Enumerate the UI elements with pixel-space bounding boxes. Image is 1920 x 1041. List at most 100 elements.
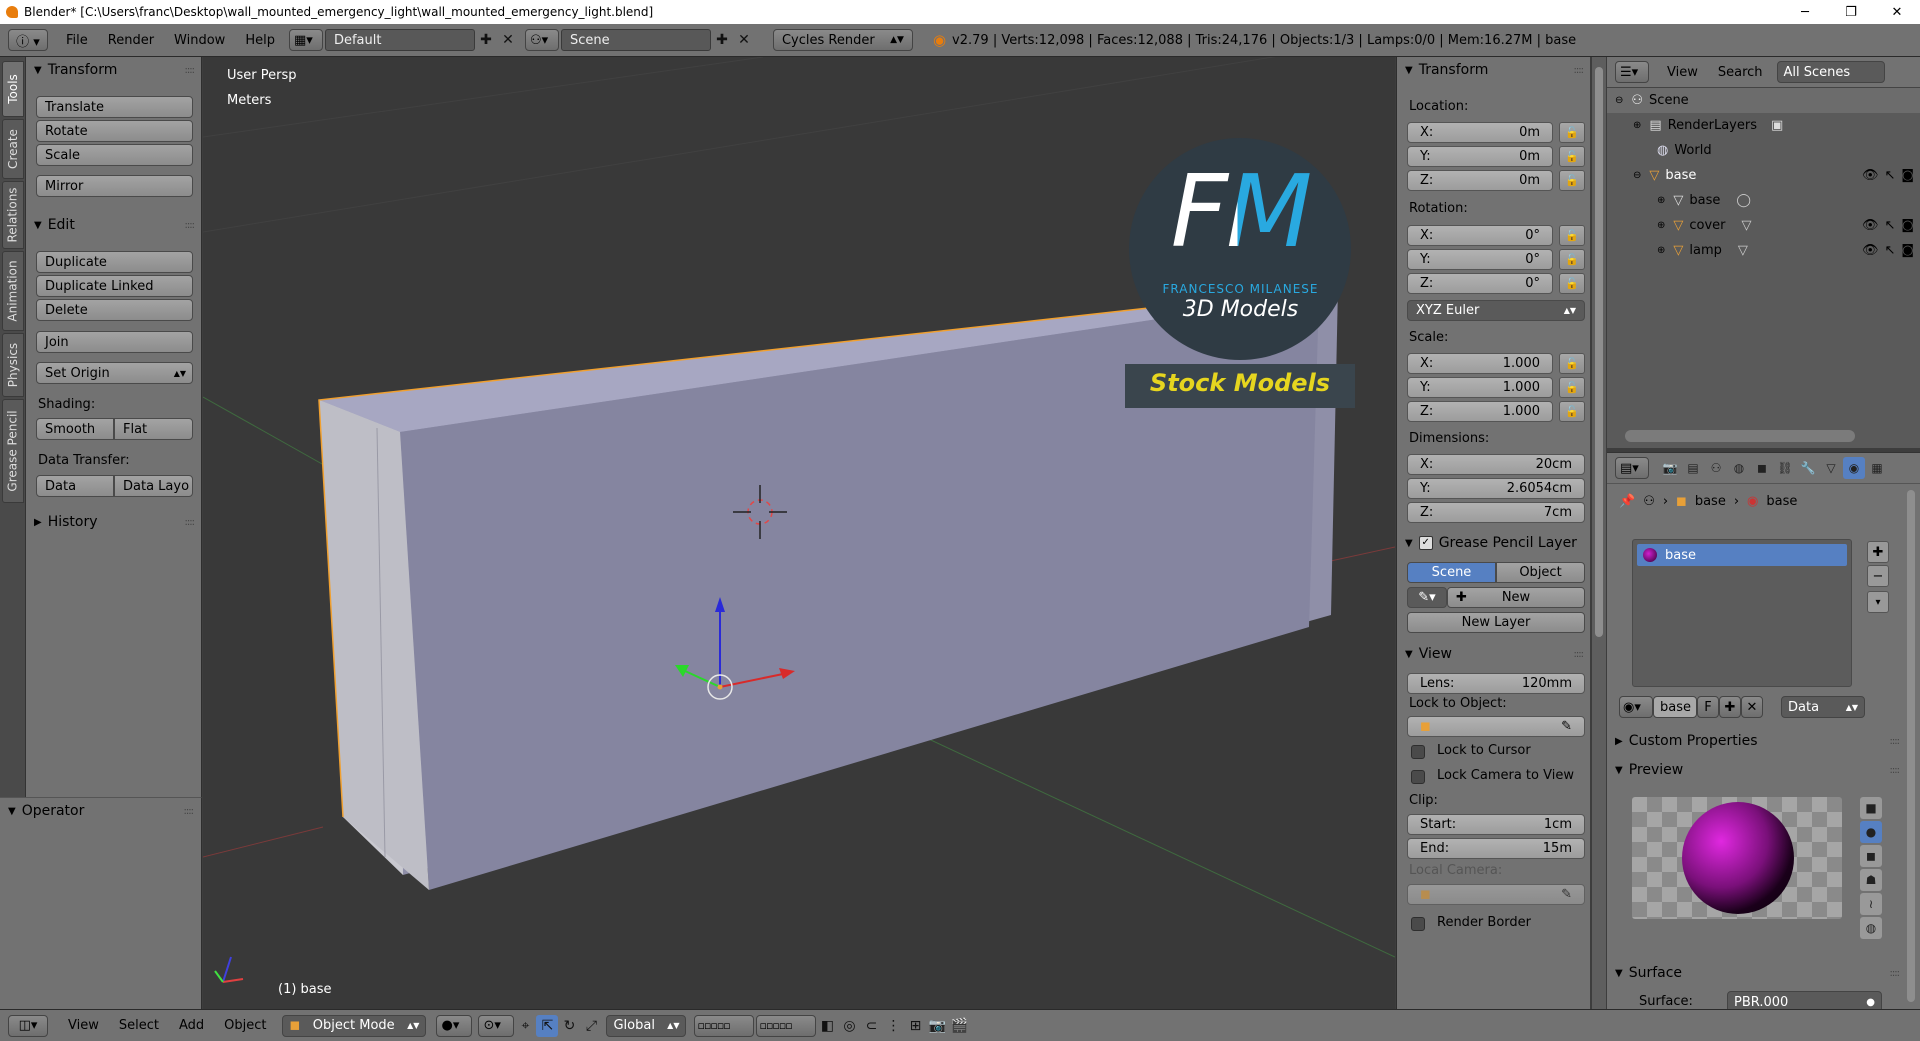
- preview-panel-header[interactable]: ▼ Preview ::::: [1607, 757, 1907, 783]
- menu-file[interactable]: File: [56, 33, 98, 48]
- outliner-search-menu[interactable]: Search: [1708, 65, 1773, 80]
- local-camera-field[interactable]: ◼ ✎: [1407, 884, 1585, 905]
- snap-magnet-icon[interactable]: ⊂: [860, 1015, 882, 1037]
- tab-tools[interactable]: Tools: [2, 61, 24, 117]
- rotation-z-field[interactable]: Z: 0°: [1407, 273, 1553, 294]
- lens-field[interactable]: Lens: 120mm: [1407, 673, 1585, 694]
- scene-tab-icon[interactable]: ⚇: [1705, 457, 1727, 479]
- menu-render[interactable]: Render: [98, 33, 164, 48]
- drag-grip-icon[interactable]: ::::: [184, 806, 195, 817]
- add-slot-button[interactable]: ✚: [1867, 541, 1889, 563]
- rotation-mode-dropdown[interactable]: XYZ Euler ▲▼: [1407, 300, 1585, 321]
- viewport-menu-view[interactable]: View: [58, 1018, 109, 1033]
- layers-grid-2[interactable]: ▫▫▫▫▫: [756, 1014, 817, 1037]
- outliner-display-mode[interactable]: All Scenes: [1776, 61, 1885, 83]
- selectable-cursor-icon[interactable]: ↖: [1884, 218, 1895, 233]
- material-link-dropdown[interactable]: Data ▲▼: [1781, 696, 1865, 718]
- lock-icon[interactable]: 🔓: [1559, 377, 1585, 398]
- duplicate-button[interactable]: Duplicate: [36, 251, 193, 273]
- tab-physics[interactable]: Physics: [2, 333, 24, 397]
- rotation-x-field[interactable]: X: 0°: [1407, 225, 1553, 246]
- remove-scene-icon[interactable]: ✕: [733, 29, 755, 51]
- viewport-menu-select[interactable]: Select: [109, 1018, 169, 1033]
- texture-tab-icon[interactable]: ▦: [1866, 457, 1888, 479]
- scrollbar-thumb[interactable]: [1595, 67, 1603, 637]
- drag-grip-icon[interactable]: ::::: [185, 220, 196, 231]
- set-origin-dropdown[interactable]: Set Origin ▲▼: [36, 362, 193, 384]
- grease-pencil-layer-header[interactable]: ▼ ✓ Grease Pencil Layer: [1397, 530, 1591, 556]
- scale-manipulator-icon[interactable]: ⤢: [580, 1015, 602, 1037]
- translate-manipulator-icon[interactable]: ⇱: [536, 1014, 559, 1037]
- visibility-eye-icon[interactable]: 👁: [1862, 168, 1879, 183]
- history-panel-header[interactable]: ▶ History ::::: [26, 509, 202, 535]
- drag-grip-icon[interactable]: ::::: [1890, 968, 1901, 979]
- location-y-field[interactable]: Y: 0m: [1407, 146, 1553, 167]
- rotate-button[interactable]: Rotate: [36, 120, 193, 142]
- preview-hair-icon[interactable]: ≀: [1860, 893, 1882, 915]
- menu-window[interactable]: Window: [164, 33, 235, 48]
- slot-specials-button[interactable]: ▾: [1867, 591, 1889, 613]
- scale-x-field[interactable]: X: 1.000: [1407, 353, 1553, 374]
- rotation-y-field[interactable]: Y: 0°: [1407, 249, 1553, 270]
- outliner-scrollbar[interactable]: [1625, 430, 1855, 442]
- unlink-material-icon[interactable]: ✕: [1741, 696, 1763, 718]
- selectable-cursor-icon[interactable]: ↖: [1884, 243, 1895, 258]
- pin-icon[interactable]: 📌: [1619, 494, 1635, 509]
- render-engine-dropdown[interactable]: Cycles Render ▲▼: [772, 29, 913, 51]
- material-slot-list[interactable]: base: [1632, 539, 1852, 687]
- collapse-icon[interactable]: ⊖: [1633, 170, 1641, 181]
- outliner-item-base[interactable]: ⊖ ▽ base 👁 ↖ ◙: [1607, 163, 1920, 188]
- modifiers-tab-icon[interactable]: 🔧: [1797, 457, 1819, 479]
- drag-grip-icon[interactable]: ::::: [185, 517, 196, 528]
- lock-icon[interactable]: 🔓: [1559, 122, 1585, 143]
- world-tab-icon[interactable]: ◍: [1728, 457, 1750, 479]
- tab-create[interactable]: Create: [2, 119, 24, 179]
- dimensions-z-field[interactable]: Z: 7cm: [1407, 502, 1585, 523]
- outliner-item-renderlayers[interactable]: ⊕ ▤ RenderLayers ▣: [1607, 113, 1920, 138]
- render-camera-icon[interactable]: ◙: [1901, 218, 1914, 233]
- mirror-button[interactable]: Mirror: [36, 175, 193, 197]
- outliner-item-base-mesh[interactable]: ⊕ ▽ base ◯: [1607, 188, 1920, 213]
- view-panel-header[interactable]: ▼ View ::::: [1397, 641, 1591, 667]
- lock-icon[interactable]: 🔓: [1559, 146, 1585, 167]
- location-z-field[interactable]: Z: 0m: [1407, 170, 1553, 191]
- layer-lock-icon[interactable]: ◧: [816, 1015, 838, 1037]
- drag-grip-icon[interactable]: ::::: [1574, 65, 1585, 76]
- smooth-button[interactable]: Smooth: [36, 418, 114, 440]
- tab-relations[interactable]: Relations: [2, 181, 24, 249]
- drag-grip-icon[interactable]: ::::: [1574, 649, 1585, 660]
- properties-scrollbar[interactable]: [1907, 490, 1915, 1002]
- snap-element-icon[interactable]: ⋮: [882, 1015, 904, 1037]
- add-layout-icon[interactable]: ✚: [475, 29, 497, 51]
- material-tab-icon[interactable]: ◉: [1843, 457, 1865, 479]
- editor-type-info-button[interactable]: ⓘ ▾: [8, 29, 48, 51]
- minimize-button[interactable]: ─: [1782, 0, 1828, 24]
- scene-selector-button[interactable]: ⚇▾: [524, 29, 559, 51]
- render-camera-icon[interactable]: ◙: [1901, 168, 1914, 183]
- render-camera-icon[interactable]: ◙: [1901, 243, 1914, 258]
- preview-world-icon[interactable]: ◍: [1860, 917, 1882, 939]
- rotate-manipulator-icon[interactable]: ↻: [558, 1015, 580, 1037]
- opengl-anim-render-icon[interactable]: 🎬: [948, 1015, 970, 1037]
- visibility-eye-icon[interactable]: 👁: [1862, 218, 1879, 233]
- eyedropper-icon[interactable]: ✎: [1561, 719, 1572, 734]
- flat-button[interactable]: Flat: [114, 418, 193, 440]
- gp-scene-toggle[interactable]: Scene: [1407, 562, 1496, 583]
- transform-orientation-dropdown[interactable]: Global ▲▼: [606, 1014, 687, 1037]
- collapse-icon[interactable]: ⊖: [1615, 95, 1623, 106]
- grease-pencil-enable-checkbox[interactable]: ✓: [1418, 536, 1433, 550]
- operator-panel-header[interactable]: ▼ Operator ::::: [0, 798, 201, 824]
- expand-icon[interactable]: ⊕: [1633, 120, 1641, 131]
- add-scene-icon[interactable]: ✚: [711, 29, 733, 51]
- editor-type-outliner-button[interactable]: ☰▾: [1615, 61, 1649, 83]
- outliner-item-cover[interactable]: ⊕ ▽ cover ▽ 👁 ↖ ◙: [1607, 213, 1920, 238]
- renderlayers-tab-icon[interactable]: ▤: [1682, 457, 1704, 479]
- eyedropper-icon[interactable]: ✎: [1561, 887, 1572, 902]
- drag-grip-icon[interactable]: ::::: [1890, 765, 1901, 776]
- selectable-cursor-icon[interactable]: ↖: [1884, 168, 1895, 183]
- scene-name-field[interactable]: Scene: [560, 29, 711, 51]
- n-panel-scrollbar[interactable]: [1592, 57, 1606, 1009]
- surface-panel-header[interactable]: ▼ Surface ::::: [1607, 960, 1907, 986]
- constraints-tab-icon[interactable]: ⛓: [1774, 457, 1796, 479]
- clip-start-field[interactable]: Start: 1cm: [1407, 814, 1585, 835]
